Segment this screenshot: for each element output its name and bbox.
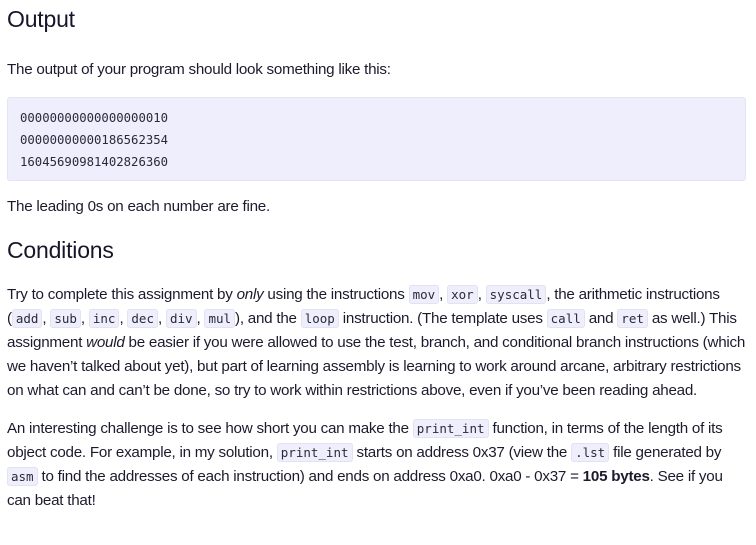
text: Try to complete this assignment by [7,286,237,303]
output-intro-text: The output of your program should look s… [7,61,391,78]
text: file generated by [609,444,722,461]
code-div: div [165,309,197,328]
text: , [157,310,166,327]
code-ret: ret [617,309,648,328]
output-code-block: 00000000000000000010 00000000000186562354… [7,97,746,181]
leading-zeros-note: The leading 0s on each number are fine. [7,198,270,215]
code-call: call [546,309,585,328]
conditions-paragraph: Try to complete this assignment by only … [7,283,746,403]
code-line: 00000000000186562354 [20,133,169,147]
text: starts on address 0x37 (view the [352,444,572,461]
challenge-paragraph: An interesting challenge is to see how s… [7,417,746,513]
code-loop: loop [300,309,339,328]
code-print-int: print_int [276,443,353,462]
code-mov: mov [408,285,440,304]
code-asm: asm [7,467,38,486]
code-add: add [11,309,43,328]
code-line: 00000000000000000010 [20,111,169,125]
code-dec: dec [127,309,158,328]
text: ), and the [235,310,301,327]
emphasis-only: only [236,286,264,303]
document-page: Output The output of your program should… [0,0,756,513]
code-xor: xor [447,285,478,304]
text: An interesting challenge is to see how s… [7,420,413,437]
code-mul: mul [204,309,236,328]
code-lst: .lst [571,443,610,462]
code-print-int: print_int [412,419,489,438]
text: , [80,310,89,327]
text: , [477,286,486,303]
text: , [439,286,448,303]
text: to find the addresses of each instructio… [37,468,583,485]
bold-105-bytes: 105 bytes [582,468,650,485]
code-inc: inc [88,309,120,328]
code-syscall: syscall [485,285,547,304]
code-sub: sub [50,309,81,328]
output-heading: Output [7,6,75,32]
text: using the instructions [263,286,409,303]
code-line: 16045690981402826360 [20,155,169,169]
text: and [584,310,618,327]
emphasis-would: would [86,334,125,351]
conditions-heading: Conditions [7,237,114,263]
text: instruction. (The template uses [338,310,547,327]
